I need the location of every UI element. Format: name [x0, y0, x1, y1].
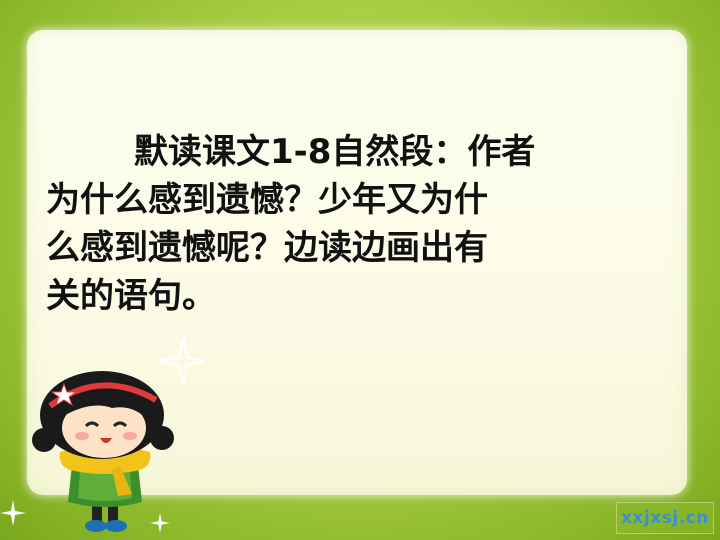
slide-text: 默读课文1-8自然段：作者 为什么感到遗憾？少年又为什 么感到遗憾呢？边读边画出… — [46, 128, 646, 320]
text-line-3: 么感到遗憾呢？边读边画出有 — [46, 228, 488, 268]
text-line-2: 为什么感到遗憾？少年又为什 — [46, 180, 488, 220]
watermark-badge: xxjxsj.cn — [616, 502, 714, 534]
text-line-1: 默读课文1-8自然段：作者 — [134, 132, 536, 172]
text-line-4: 关的语句。 — [46, 276, 216, 316]
cartoon-girl-illustration — [32, 371, 174, 532]
